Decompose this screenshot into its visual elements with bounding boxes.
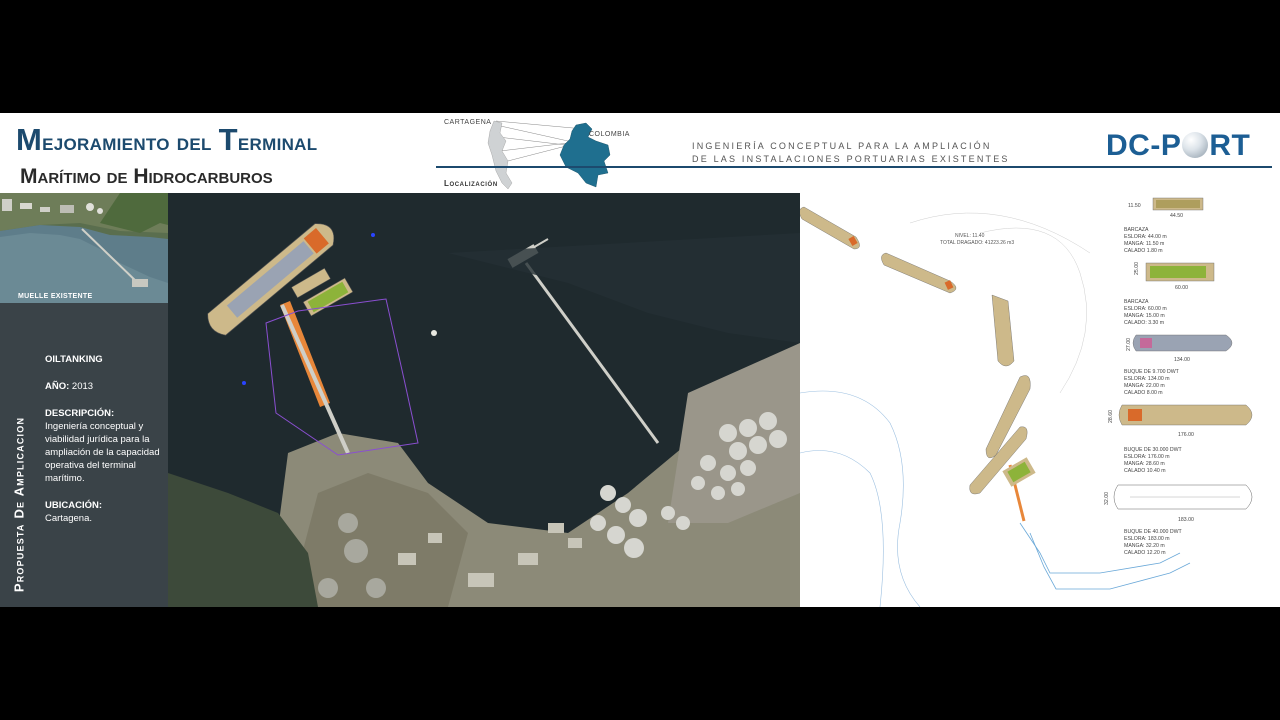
globe-icon xyxy=(1182,132,1209,158)
legend-1-line-2: MANGA: 11.50 m xyxy=(1124,241,1164,247)
photo-caption: MUELLE EXISTENTE xyxy=(18,293,93,300)
legend-2-dim-top: 27.00 xyxy=(1126,338,1132,351)
existing-pier-photo xyxy=(0,193,168,303)
legend-3-dim-bottom: 176.00 xyxy=(1178,432,1194,438)
legend-2-dim-bottom: 134.00 xyxy=(1174,357,1190,363)
letterbox-bottom xyxy=(0,607,1280,720)
year-label: AÑO: xyxy=(45,381,70,392)
project-details: OILTANKING AÑO: 2013 DESCRIPCIÓN: Ingeni… xyxy=(45,353,165,539)
slide-header: Mejoramiento del Terminal Marítimo de Hi… xyxy=(0,113,1280,193)
legend-5-line-3: CALADO 12.20 m xyxy=(1124,550,1166,556)
project-info-panel: MUELLE EXISTENTE Propuesta De Amplicacio… xyxy=(0,193,168,607)
legend-1-dim-top: 25.00 xyxy=(1134,262,1140,275)
client-name: OILTANKING xyxy=(45,354,103,365)
year-value: 2013 xyxy=(71,381,94,392)
legend-5-line-1: ESLORA: 183.00 m xyxy=(1124,536,1170,542)
title-word-terminal: erminal xyxy=(237,129,318,156)
description-text: Ingeniería conceptual y viabilidad juríd… xyxy=(45,421,160,484)
legend-4-line-1: ESLORA: 176.00 m xyxy=(1124,454,1170,460)
subtitle-line-1: INGENIERÍA CONCEPTUAL PARA LA AMPLIACIÓN xyxy=(692,141,992,151)
legend-4-dim-bottom: 183.00 xyxy=(1178,517,1194,523)
legend-3-line-0: BUQUE DE 9.700 DWT xyxy=(1124,369,1180,375)
legend-1-line-0: BARCAZA xyxy=(1124,227,1149,233)
brand-text-a: DC-P xyxy=(1106,129,1182,162)
legend-4-line-0: BUQUE DE 30.000 DWT xyxy=(1124,447,1182,453)
aerial-proposal-image xyxy=(168,193,800,607)
dc-port-logo: DC-P RT xyxy=(1106,129,1250,163)
title-word-mejoramiento: ejoramiento xyxy=(42,129,170,156)
map-label-cartagena: CARTAGENA xyxy=(444,119,492,126)
legend-2-line-3: CALADO: 3.30 m xyxy=(1124,320,1164,326)
legend-2-line-1: ESLORA: 60.00 m xyxy=(1124,306,1167,312)
legend-1-dim-bottom: 60.00 xyxy=(1175,285,1188,291)
description-label: DESCRIPCIÓN: xyxy=(45,408,115,419)
title-line-1: Mejoramiento del Terminal xyxy=(16,122,317,158)
legend-2-line-2: MANGA: 15.00 m xyxy=(1124,313,1165,319)
legend-3-line-1: ESLORA: 134.00 m xyxy=(1124,376,1170,382)
header-divider xyxy=(436,166,1272,168)
total-dredging: TOTAL DRAGADO: 41223.26 m3 xyxy=(940,240,1014,246)
vessel-legend: 11.50 44.50 BARCAZA ESLORA: 44.00 m MANG… xyxy=(1104,197,1253,556)
localizacion-label: Localización xyxy=(444,179,498,188)
subtitle-line-2: DE LAS INSTALACIONES PORTUARIAS EXISTENT… xyxy=(692,154,1010,164)
dredging-level: NIVEL: 11.40 xyxy=(955,233,985,239)
legend-4-line-2: MANGA: 28.60 m xyxy=(1124,461,1165,467)
presentation-slide: Mejoramiento del Terminal Marítimo de Hi… xyxy=(0,113,1280,607)
title-line-2: Marítimo de Hidrocarburos xyxy=(20,165,273,188)
legend-3-line-2: MANGA: 22.00 m xyxy=(1124,383,1165,389)
location-value: Cartagena. xyxy=(45,513,93,524)
location-label: UBICACIÓN: xyxy=(45,500,102,511)
legend-0-dim-top: 11.50 xyxy=(1128,203,1141,209)
title-initial-m: M xyxy=(16,122,43,157)
legend-3-dim-top: 28.60 xyxy=(1108,410,1114,423)
legend-1-line-1: ESLORA: 44.00 m xyxy=(1124,234,1167,240)
title-word-del: del xyxy=(176,129,212,156)
plan-drawing: NIVEL: 11.40 TOTAL DRAGADO: 41223.26 m3 … xyxy=(800,193,1280,607)
vertical-section-title: Propuesta De Amplicacion xyxy=(11,416,27,593)
legend-3-line-3: CALADO 8.00 m xyxy=(1124,390,1163,396)
map-label-colombia: COLOMBIA xyxy=(589,131,630,138)
project-subtitle: INGENIERÍA CONCEPTUAL PARA LA AMPLIACIÓN… xyxy=(692,140,1010,166)
legend-5-line-0: BUQUE DE 40.000 DWT xyxy=(1124,529,1182,535)
letterbox-top xyxy=(0,0,1280,113)
legend-4-dim-top: 32.00 xyxy=(1104,492,1110,505)
title-initial-t: T xyxy=(218,122,238,157)
legend-2-line-0: BARCAZA xyxy=(1124,299,1149,305)
legend-1-line-3: CALADO 1.80 m xyxy=(1124,248,1163,254)
brand-text-b: RT xyxy=(1209,129,1251,162)
legend-4-line-3: CALADO 10.40 m xyxy=(1124,468,1166,474)
legend-0-dim-bottom: 44.50 xyxy=(1170,213,1183,219)
legend-5-line-2: MANGA: 32.20 m xyxy=(1124,543,1165,549)
